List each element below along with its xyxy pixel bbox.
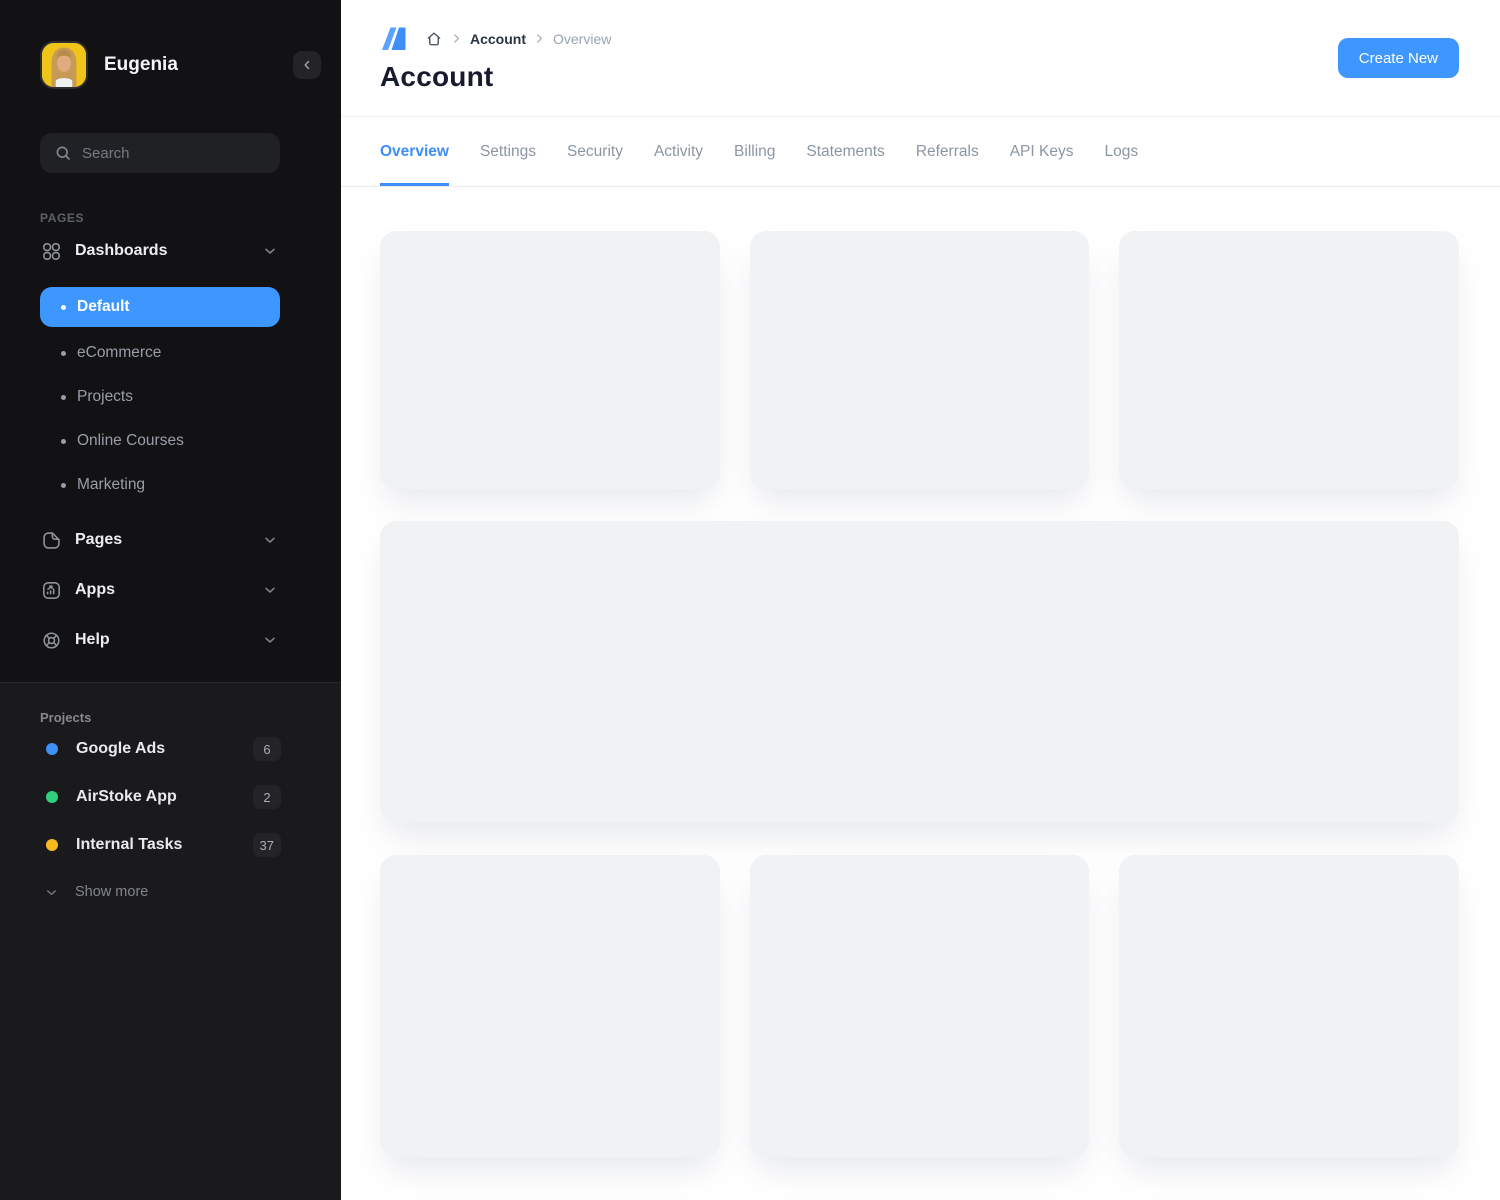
project-name: AirStoke App [76,788,253,806]
tab-settings[interactable]: Settings [480,117,536,186]
nav-label-dashboards: Dashboards [75,242,262,260]
placeholder-card [1119,855,1459,1157]
tab-billing[interactable]: Billing [734,117,775,186]
tab-overview[interactable]: Overview [380,117,449,186]
pages-section-label: PAGES [40,211,341,225]
bullet-icon [61,483,66,488]
search-input[interactable] [82,145,252,162]
sidebar-projects-section: Projects Google Ads 6 AirStoke App 2 Int… [0,682,341,1200]
sidebar: Eugenia PAGES Dashboards [0,0,341,1200]
sub-item-label: Default [77,298,130,316]
chevron-left-icon [300,58,314,72]
avatar-illustration [42,43,86,87]
bullet-icon [61,395,66,400]
placeholder-card [380,231,720,489]
search-box[interactable] [40,133,280,173]
main-content: Account Overview Account Create New Over… [341,0,1500,1200]
sub-item-label: Online Courses [77,432,184,450]
count-badge: 2 [253,785,281,809]
chevron-down-icon [262,532,278,548]
chevron-right-icon [533,32,546,45]
sidebar-collapse-button[interactable] [293,51,321,79]
user-profile[interactable]: Eugenia [40,41,321,89]
placeholder-card [750,855,1090,1157]
create-new-button[interactable]: Create New [1338,38,1459,78]
breadcrumb: Account Overview [380,25,1459,52]
chevron-right-icon [450,32,463,45]
count-badge: 6 [253,737,281,761]
tab-referrals[interactable]: Referrals [916,117,979,186]
sidebar-top-section: Eugenia PAGES Dashboards [0,0,341,662]
sub-item-label: Projects [77,388,133,406]
sidebar-item-projects[interactable]: Projects [40,375,280,419]
project-item-internal-tasks[interactable]: Internal Tasks 37 [40,821,281,869]
project-dot-icon [46,743,58,755]
project-list: Google Ads 6 AirStoke App 2 Internal Tas… [40,725,281,869]
sidebar-item-default[interactable]: Default [40,287,280,327]
bullet-icon [61,439,66,444]
chevron-down-icon [262,243,278,259]
sub-item-label: Marketing [77,476,145,494]
overview-content [341,187,1500,1200]
placeholder-card [380,855,720,1157]
count-badge: 37 [253,833,281,857]
projects-section-label: Projects [40,710,341,725]
grid-icon [40,240,62,262]
sub-item-label: eCommerce [77,344,161,362]
tab-api-keys[interactable]: API Keys [1010,117,1074,186]
nav-label-pages: Pages [75,531,262,549]
bullet-icon [61,305,66,310]
avatar[interactable] [40,41,88,89]
bullet-icon [61,351,66,356]
lifebuoy-icon [40,629,62,651]
user-name: Eugenia [104,54,293,76]
breadcrumb-item-account[interactable]: Account [470,31,526,47]
tab-statements[interactable]: Statements [806,117,884,186]
sidebar-item-apps[interactable]: Apps [40,568,280,612]
chevron-down-icon [262,582,278,598]
nav-label-help: Help [75,631,262,649]
home-icon[interactable] [425,30,443,48]
project-item-airstoke-app[interactable]: AirStoke App 2 [40,773,281,821]
page-header: Account Overview Account Create New [341,0,1500,117]
nav-label-apps: Apps [75,581,262,599]
sidebar-item-dashboards[interactable]: Dashboards [40,229,280,273]
dashboards-sub-list: Default eCommerce Projects Online Course… [40,287,280,507]
tab-logs[interactable]: Logs [1104,117,1138,186]
sidebar-item-pages[interactable]: Pages [40,518,280,562]
tab-security[interactable]: Security [567,117,623,186]
tab-bar: Overview Settings Security Activity Bill… [341,117,1500,187]
chevron-down-icon [44,885,59,900]
sidebar-item-help[interactable]: Help [40,618,280,662]
chevron-down-icon [262,632,278,648]
project-dot-icon [46,791,58,803]
placeholder-card-wide [380,521,1459,823]
page-icon [40,529,62,551]
project-item-google-ads[interactable]: Google Ads 6 [40,725,281,773]
sidebar-item-marketing[interactable]: Marketing [40,463,280,507]
show-more-label: Show more [75,884,148,900]
show-more-button[interactable]: Show more [40,869,341,915]
project-dot-icon [46,839,58,851]
tab-activity[interactable]: Activity [654,117,703,186]
brand-logo[interactable] [380,25,410,52]
placeholder-card [1119,231,1459,489]
placeholder-card [750,231,1090,489]
sidebar-item-online-courses[interactable]: Online Courses [40,419,280,463]
search-icon [54,144,72,162]
sidebar-item-ecommerce[interactable]: eCommerce [40,331,280,375]
page-title: Account [380,61,1459,93]
chart-app-icon [40,579,62,601]
project-name: Internal Tasks [76,836,253,854]
breadcrumb-item-overview[interactable]: Overview [553,31,611,47]
sidebar-nav: Dashboards Default eCommerce Projects [40,229,280,662]
project-name: Google Ads [76,740,253,758]
